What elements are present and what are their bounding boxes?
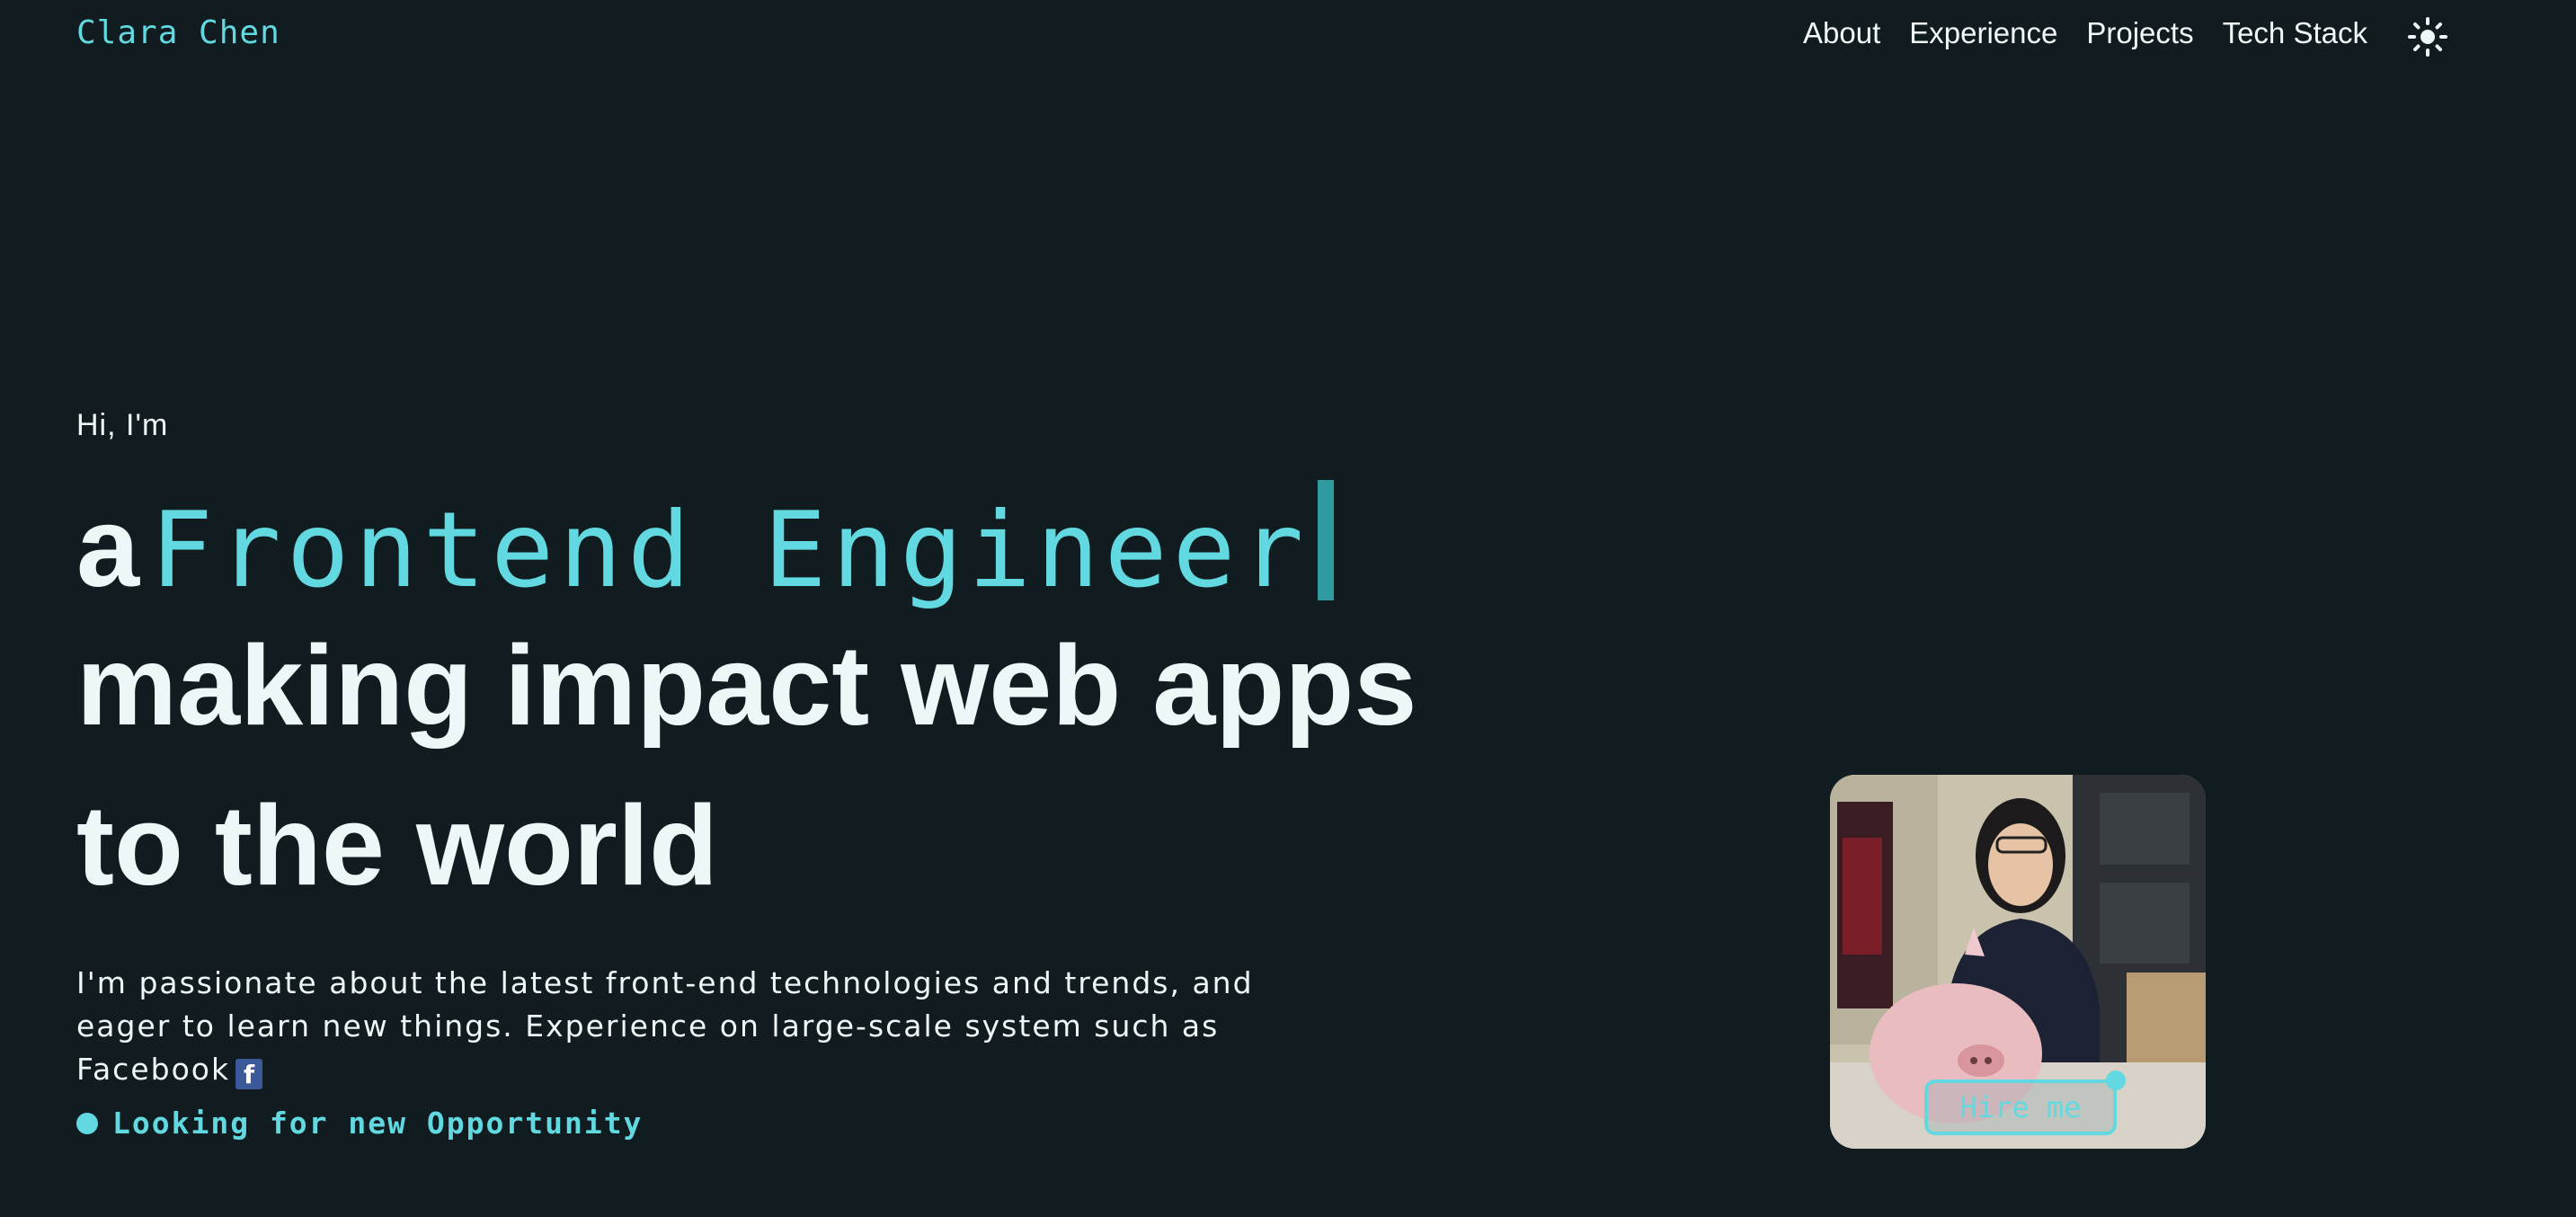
nav-link-tech-stack[interactable]: Tech Stack [2223,16,2367,50]
hero-article: a [76,484,140,610]
status-dot-icon [76,1112,98,1134]
hero-headline-line1: a Frontend Engineer [76,480,1335,604]
hero-intro: I'm passionate about the latest front-en… [76,962,1281,1091]
hero-greeting: Hi, I'm [76,408,169,442]
status-text: Looking for new Opportunity [112,1106,644,1141]
nav-links: About Experience Projects Tech Stack [1803,16,2367,50]
hero-headline-line2: making impact web apps [76,622,1417,749]
nav-link-projects[interactable]: Projects [2086,16,2193,50]
theme-toggle-button[interactable] [2407,16,2448,58]
facebook-icon: f [235,1059,263,1089]
profile-photo-card: Hire me [1830,775,2206,1149]
hire-me-button[interactable]: Hire me [1924,1070,2126,1135]
hero-headline-line3: to the world [76,782,718,909]
typing-cursor [1318,480,1335,600]
hire-indicator-dot [2106,1070,2126,1090]
top-navigation: Clara Chen About Experience Projects Tec… [0,0,2576,76]
site-logo[interactable]: Clara Chen [76,14,280,51]
availability-status: Looking for new Opportunity [76,1106,643,1141]
nav-link-about[interactable]: About [1803,16,1880,50]
sun-icon [2408,17,2447,57]
hire-me-label: Hire me [1959,1090,2082,1124]
nav-link-experience[interactable]: Experience [1909,16,2057,50]
hero-role-typed: Frontend Engineer [150,490,1310,611]
